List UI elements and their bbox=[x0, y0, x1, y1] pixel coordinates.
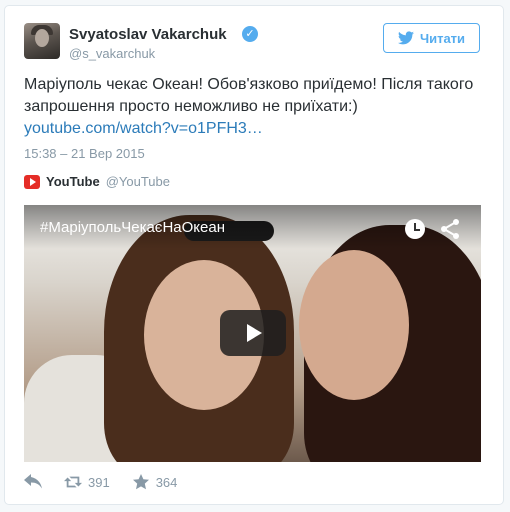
author-name[interactable]: Svyatoslav Vakarchuk bbox=[69, 26, 227, 43]
reply-icon bbox=[24, 474, 42, 489]
video-scene-person-right-face bbox=[299, 250, 409, 400]
retweet-count: 391 bbox=[88, 474, 110, 490]
share-icon[interactable] bbox=[438, 217, 462, 241]
retweet-icon bbox=[64, 476, 82, 488]
reply-button[interactable] bbox=[24, 474, 42, 490]
tweet-card: Svyatoslav Vakarchuk ✓ @s_vakarchuk Чита… bbox=[4, 5, 504, 505]
video-player[interactable]: #МаріупольЧекаєНаОкеан bbox=[24, 205, 481, 462]
verified-badge-icon: ✓ bbox=[242, 26, 258, 42]
video-title[interactable]: #МаріупольЧекаєНаОкеан bbox=[40, 219, 225, 236]
source-handle[interactable]: @YouTube bbox=[106, 174, 170, 189]
like-count: 364 bbox=[155, 474, 178, 490]
youtube-logo-icon bbox=[24, 174, 40, 189]
avatar-face bbox=[35, 29, 49, 47]
star-icon bbox=[132, 474, 149, 490]
follow-button[interactable]: Читати bbox=[383, 23, 480, 53]
retweet-button[interactable]: 391 bbox=[64, 474, 110, 490]
tweet-timestamp[interactable]: 15:38 – 21 Вер 2015 bbox=[24, 146, 145, 161]
source-name[interactable]: YouTube bbox=[46, 174, 100, 189]
avatar[interactable] bbox=[24, 23, 60, 59]
watch-later-icon[interactable] bbox=[405, 219, 425, 239]
play-button[interactable] bbox=[220, 310, 286, 356]
follow-button-label: Читати bbox=[419, 30, 466, 46]
media-source[interactable]: YouTube @YouTube bbox=[24, 174, 170, 189]
tweet-text: Маріуполь чекає Океан! Обов'язково приїд… bbox=[24, 76, 474, 115]
twitter-bird-icon bbox=[397, 31, 414, 45]
tweet-link[interactable]: youtube.com/watch?v=o1PFH3… bbox=[24, 120, 263, 138]
author-handle[interactable]: @s_vakarchuk bbox=[69, 46, 155, 61]
tweet-actions: 391 364 bbox=[24, 474, 177, 490]
like-button[interactable]: 364 bbox=[132, 474, 178, 490]
